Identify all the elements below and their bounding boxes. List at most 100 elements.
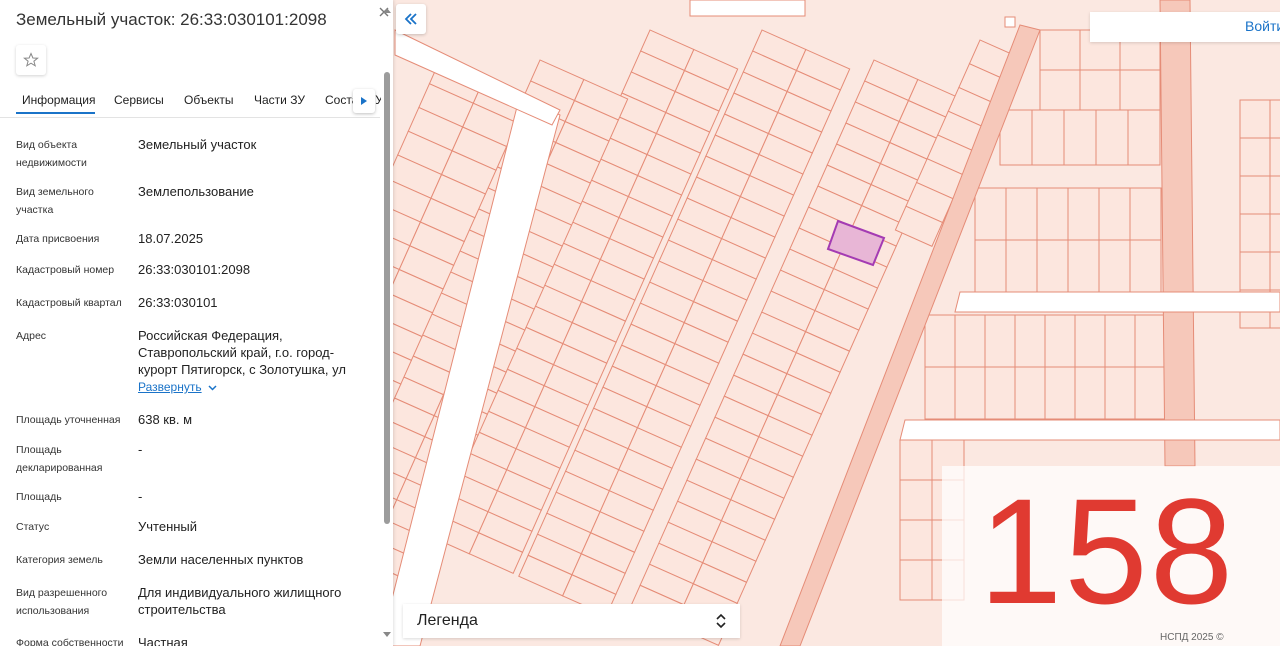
parcel (1039, 69, 1081, 111)
parcel (1269, 175, 1280, 215)
expand-label: Развернуть (138, 380, 202, 394)
parcel (899, 559, 933, 601)
parcel (1134, 314, 1166, 368)
parcel (1119, 69, 1161, 111)
sort-arrows-icon (716, 613, 726, 629)
attr-label: Площадь декларированная (16, 444, 103, 474)
attr-label: Статус (16, 521, 50, 533)
parcel (1269, 213, 1280, 253)
star-icon (23, 52, 39, 67)
parcel (1044, 314, 1076, 368)
expand-address-link[interactable]: Развернуть (138, 379, 217, 396)
parcel (1104, 366, 1136, 420)
parcel (1269, 251, 1280, 291)
marker (1004, 16, 1016, 28)
road (899, 419, 1280, 441)
tab-services[interactable]: Сервисы (114, 84, 164, 116)
parcel (1104, 314, 1136, 368)
parcel (1239, 99, 1271, 139)
attr-value: 26:33:030101:2098 (138, 262, 251, 277)
scroll-up-arrow[interactable] (383, 8, 391, 13)
parcel (1044, 366, 1076, 420)
attr-label: Вид земельного участка (16, 186, 94, 216)
watermark-number: 158 (978, 467, 1236, 635)
road (1159, 0, 1196, 467)
scroll-down-arrow[interactable] (383, 632, 391, 637)
parcel (1036, 187, 1069, 241)
parcel (1129, 239, 1162, 293)
parcel (984, 366, 1016, 420)
attr-value: - (138, 489, 143, 504)
attr-label: Кадастровый номер (16, 264, 115, 276)
parcel (974, 187, 1007, 241)
scrollbar-thumb[interactable] (384, 72, 390, 524)
parcel (1063, 109, 1097, 166)
parcel (1039, 29, 1081, 71)
page-title: Земельный участок: 26:33:030101:2098 (16, 10, 327, 29)
attr-label: Площадь уточненная (16, 414, 121, 426)
attr-value: Для индивидуального жилищного строительс… (138, 585, 342, 617)
map-copyright: НСПД 2025 © (1160, 632, 1224, 643)
parcel (1005, 187, 1038, 241)
parcel (1031, 109, 1065, 166)
parcel (1014, 314, 1046, 368)
favorite-button[interactable] (16, 45, 46, 75)
parcel (1067, 239, 1100, 293)
legend-label: Легенда (417, 612, 478, 629)
attr-label: Площадь (16, 491, 62, 503)
attr-label: Дата присвоения (16, 233, 100, 245)
parcel (954, 314, 986, 368)
attr-label: Адрес (16, 330, 47, 342)
chevron-right-icon (361, 97, 367, 105)
attr-label: Вид объекта недвижимости (16, 139, 87, 169)
attr-value: Российская Федерация, Ставропольский кра… (138, 328, 346, 377)
parcel (899, 439, 933, 481)
parcel (899, 519, 933, 561)
parcel (1098, 187, 1131, 241)
parcel (974, 239, 1007, 293)
double-chevron-left-icon (404, 13, 417, 25)
attr-value: 18.07.2025 (138, 231, 204, 246)
attr-label: Форма собственности (16, 637, 124, 646)
parcel (1269, 137, 1280, 177)
attr-label: Категория земель (16, 554, 103, 566)
legend-button[interactable]: Легенда (403, 604, 740, 638)
parcel (1005, 239, 1038, 293)
parcel (924, 366, 956, 420)
parcel (899, 479, 933, 521)
parcel (1014, 366, 1046, 420)
attr-value: Учтенный (138, 519, 198, 534)
parcel (1095, 109, 1129, 166)
parcel (1239, 251, 1271, 291)
parcel (1074, 314, 1106, 368)
building (689, 0, 806, 17)
parcel (1067, 187, 1100, 241)
attr-value: - (138, 442, 143, 457)
tab-information[interactable]: Информация (16, 84, 95, 114)
parcel (924, 314, 956, 368)
road (954, 291, 1280, 313)
tab-objects[interactable]: Объекты (184, 84, 234, 116)
attr-label: Вид разрешенного использования (16, 587, 108, 617)
parcel (1239, 137, 1271, 177)
parcel (954, 366, 986, 420)
attr-value: 26:33:030101 (138, 295, 218, 310)
login-link[interactable]: Войти (1245, 18, 1280, 34)
tab-parts[interactable]: Части ЗУ (254, 84, 305, 116)
login-panel: Войти (1090, 12, 1280, 42)
attr-address-block: Российская Федерация, Ставропольский кра… (138, 327, 360, 396)
parcel (1239, 213, 1271, 253)
parcel (1036, 239, 1069, 293)
collapse-panel-button[interactable] (396, 4, 426, 34)
attr-value: Землепользование (138, 184, 254, 199)
watermark: 158 (942, 466, 1280, 646)
info-panel: Земельный участок: 26:33:030101:2098 Инф… (0, 0, 393, 646)
parcel (1269, 99, 1280, 139)
parcel (1239, 175, 1271, 215)
attr-value: Земельный участок (138, 137, 257, 152)
attr-value: 638 кв. м (138, 412, 193, 427)
tab-bar: Информация Сервисы Объекты Части ЗУ Сост… (0, 84, 381, 118)
parcel (1098, 239, 1131, 293)
attr-value: Земли населенных пунктов (138, 552, 304, 567)
tabs-next-button[interactable] (353, 89, 375, 113)
